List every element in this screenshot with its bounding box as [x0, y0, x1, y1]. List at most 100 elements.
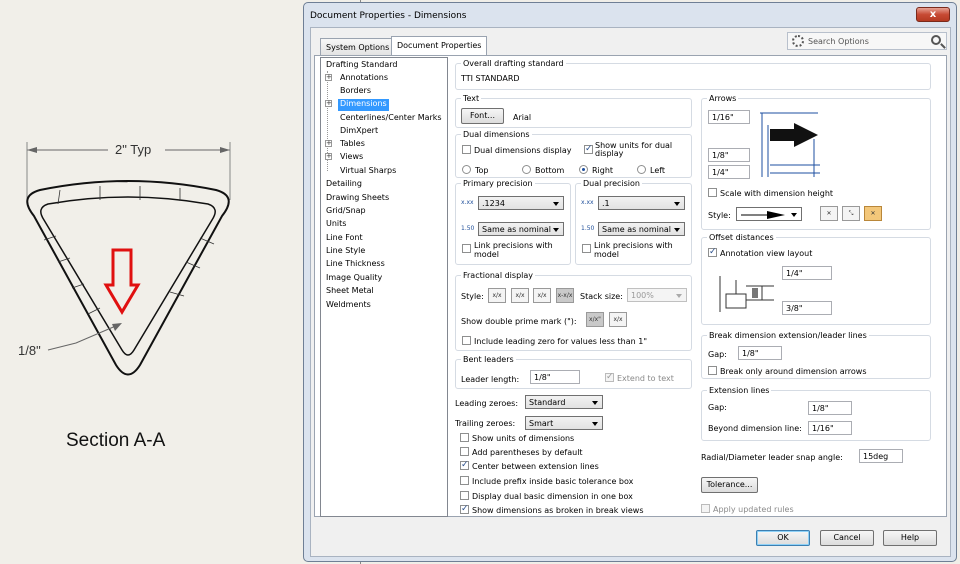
title-bar[interactable]: Document Properties - Dimensions x [304, 3, 956, 27]
show-units-dual-checkbox[interactable]: ✓ [584, 145, 593, 154]
show-units-label: Show units of dimensions [472, 434, 575, 443]
ok-button[interactable]: OK [756, 530, 810, 546]
add-parentheses-label: Add parentheses by default [472, 448, 583, 457]
group-bent-leaders: Bent leaders Leader length: 1/8" ✓ Exten… [455, 355, 692, 389]
add-parentheses-checkbox[interactable] [460, 447, 469, 456]
double-prime-on-icon[interactable]: x/x" [586, 312, 604, 327]
tree-item-dimensions[interactable]: Dimensions [338, 99, 389, 111]
tree-item-line-thickness[interactable]: Line Thickness [326, 259, 385, 271]
snap-angle-input[interactable]: 15deg [859, 449, 903, 463]
stack-size-select[interactable]: 100% [627, 288, 687, 302]
leading-zeroes-select[interactable]: Standard [525, 395, 603, 409]
group-dual-label: Dual dimensions [461, 130, 532, 139]
dual-precision-value: .1 [602, 199, 610, 208]
double-prime-off-icon[interactable]: x/x [609, 312, 627, 327]
trailing-zeroes-select[interactable]: Smart [525, 416, 603, 430]
offset-1-input[interactable]: 1/4" [782, 266, 832, 280]
offset-2-input[interactable]: 3/8" [782, 301, 832, 315]
extend-to-text-label: Extend to text [617, 374, 674, 383]
group-primary-label: Primary precision [461, 179, 535, 188]
tree-item-drafting-standard[interactable]: Drafting Standard [326, 60, 397, 72]
radio-right[interactable] [579, 165, 588, 174]
fraction-style-whole-icon[interactable]: x-x/x [556, 288, 574, 303]
tree-item-tables[interactable]: Tables [340, 139, 365, 151]
fraction-style-inline-icon[interactable]: x/x [488, 288, 506, 303]
expand-annotations-icon[interactable]: + [325, 74, 332, 81]
arrow-inside-icon[interactable]: ⤡ [842, 206, 860, 221]
group-text: Text Font... Arial [455, 94, 692, 128]
expand-tables-icon[interactable]: + [325, 140, 332, 147]
fraction-style-stacked-icon[interactable]: x/x [511, 288, 529, 303]
arrow-style-select[interactable] [736, 207, 802, 221]
close-button[interactable]: x [916, 7, 950, 22]
tree-item-sheet-metal[interactable]: Sheet Metal [326, 286, 374, 298]
tree-item-dimxpert[interactable]: DimXpert [340, 126, 378, 138]
profile-outer [26, 180, 230, 376]
extend-to-text-checkbox[interactable]: ✓ [605, 373, 614, 382]
tab-document-properties[interactable]: Document Properties [391, 36, 488, 56]
tree-item-line-style[interactable]: Line Style [326, 246, 365, 258]
search-icon[interactable] [931, 35, 941, 45]
trailing-zeroes-value: Smart [529, 419, 554, 428]
help-button[interactable]: Help [883, 530, 937, 546]
radio-left[interactable] [637, 165, 646, 174]
expand-views-icon[interactable]: + [325, 153, 332, 160]
tree-item-centerlines[interactable]: Centerlines/Center Marks [340, 113, 442, 125]
dual-display-checkbox[interactable] [462, 145, 471, 154]
tree-item-virtual-sharps[interactable]: Virtual Sharps [340, 166, 396, 178]
tree-item-units[interactable]: Units [326, 219, 346, 231]
broken-views-checkbox[interactable]: ✓ [460, 505, 469, 514]
tree-item-borders[interactable]: Borders [340, 86, 371, 98]
tree-item-detailing[interactable]: Detailing [326, 179, 362, 191]
show-units-checkbox[interactable] [460, 433, 469, 442]
dim-arrow-right [220, 147, 230, 153]
font-button[interactable]: Font... [461, 108, 504, 124]
tab-system-options[interactable]: System Options [320, 38, 396, 55]
cancel-button[interactable]: Cancel [820, 530, 874, 546]
tree-item-annotations[interactable]: Annotations [340, 73, 388, 85]
tree-item-grid-snap[interactable]: Grid/Snap [326, 206, 366, 218]
arrow-size-2-input[interactable]: 1/8" [708, 148, 750, 162]
tree-item-line-font[interactable]: Line Font [326, 233, 363, 245]
break-around-checkbox[interactable] [708, 366, 717, 375]
dual-precision-select[interactable]: .1 [598, 196, 685, 210]
tolerance-button[interactable]: Tolerance... [701, 477, 758, 493]
arrow-size-3-input[interactable]: 1/4" [708, 165, 750, 179]
tree-item-views[interactable]: Views [340, 152, 363, 164]
overall-standard-value: TTI STANDARD [461, 74, 520, 83]
options-tree[interactable]: Drafting Standard + Annotations Borders … [320, 57, 448, 517]
ext-gap-input[interactable]: 1/8" [808, 401, 852, 415]
tree-item-image-quality[interactable]: Image Quality [326, 273, 382, 285]
apply-updated-checkbox[interactable] [701, 504, 710, 513]
arrow-smart-icon[interactable]: ✕ [864, 206, 882, 221]
group-extension-lines: Extension lines Gap: 1/8" Beyond dimensi… [701, 386, 931, 441]
primary-tolerance-select[interactable]: Same as nominal [478, 222, 564, 236]
leader-arrow [112, 323, 122, 331]
dual-basic-checkbox[interactable] [460, 491, 469, 500]
leader-length-input[interactable]: 1/8" [530, 370, 580, 384]
radio-bottom[interactable] [522, 165, 531, 174]
arrow-size-1-input[interactable]: 1/16" [708, 110, 750, 124]
primary-precision-select[interactable]: .1234 [478, 196, 564, 210]
break-gap-input[interactable]: 1/8" [738, 346, 782, 360]
fraction-style-diagonal-icon[interactable]: x/x [533, 288, 551, 303]
arrow-outside-icon[interactable]: ✕ [820, 206, 838, 221]
primary-link-checkbox[interactable] [462, 244, 471, 253]
scale-dim-height-checkbox[interactable] [708, 188, 717, 197]
beyond-dim-input[interactable]: 1/16" [808, 421, 852, 435]
tree-item-drawing-sheets[interactable]: Drawing Sheets [326, 193, 389, 205]
dual-tolerance-select[interactable]: Same as nominal [598, 222, 685, 236]
include-prefix-checkbox[interactable] [460, 476, 469, 485]
dim-2in-typ: 2" Typ [115, 142, 152, 157]
leading-zero-fraction-checkbox[interactable] [462, 336, 471, 345]
center-between-checkbox[interactable]: ✓ [460, 461, 469, 470]
gear-icon[interactable] [792, 35, 804, 47]
dual-link-checkbox[interactable] [582, 244, 591, 253]
search-options[interactable]: Search Options [787, 32, 947, 50]
red-down-arrow-icon [103, 248, 141, 315]
radio-top[interactable] [462, 165, 471, 174]
annotation-view-checkbox[interactable]: ✓ [708, 248, 717, 257]
tree-item-weldments[interactable]: Weldments [326, 300, 371, 312]
expand-dimensions-icon[interactable]: + [325, 100, 332, 107]
group-fractional-display: Fractional display Style: x/x x/x x/x x-… [455, 271, 692, 351]
